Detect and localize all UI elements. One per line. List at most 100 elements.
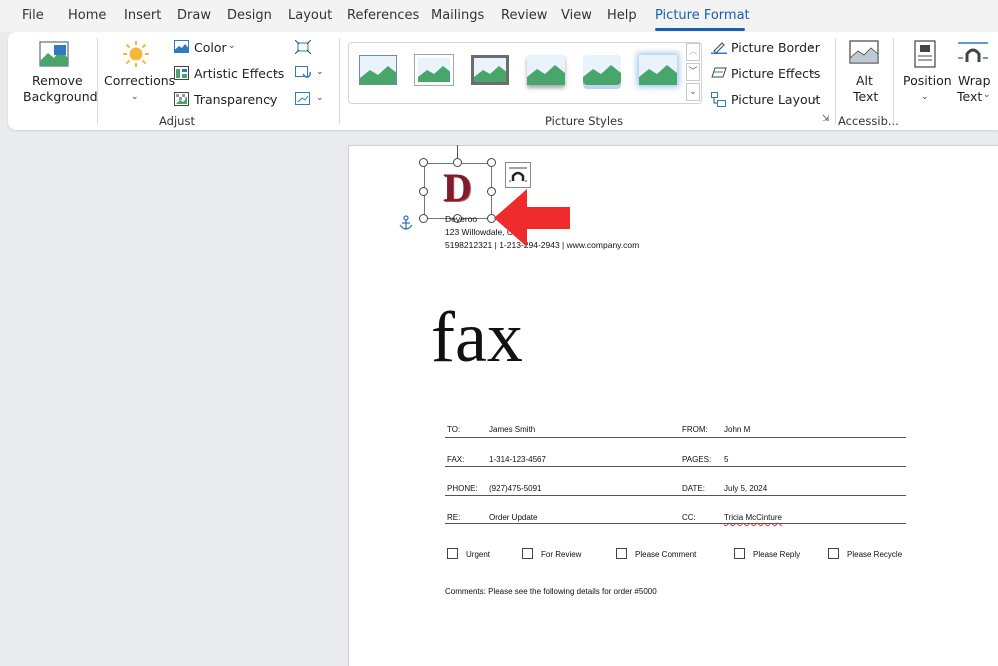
field-value-to: James Smith bbox=[489, 425, 536, 434]
checkbox-label-for-review: For Review bbox=[541, 550, 582, 559]
tab-review[interactable]: Review bbox=[501, 8, 547, 23]
document-page[interactable]: D Deveroo 123 Willowdale, CA 5198212321 … bbox=[348, 145, 998, 666]
picture-layout-icon bbox=[711, 92, 726, 107]
logo-letter: D bbox=[443, 165, 472, 210]
tab-picture-format[interactable]: Picture Format bbox=[655, 8, 750, 23]
checkbox-please-reply[interactable] bbox=[734, 548, 745, 559]
picture-layout-label: Picture Layout bbox=[731, 92, 821, 107]
company-name: Deveroo bbox=[445, 214, 478, 224]
tab-file[interactable]: File bbox=[22, 8, 44, 23]
field-label-date: DATE: bbox=[682, 484, 705, 493]
resize-handle[interactable] bbox=[453, 158, 462, 167]
gallery-scroll-down-button[interactable]: ﹀ bbox=[686, 63, 700, 81]
position-icon bbox=[914, 40, 936, 68]
resize-handle[interactable] bbox=[419, 187, 428, 196]
chevron-down-icon: ⌄ bbox=[808, 41, 816, 51]
field-label-re: RE: bbox=[447, 513, 461, 522]
resize-handle[interactable] bbox=[487, 158, 496, 167]
chevron-down-icon: ⌄ bbox=[811, 93, 819, 103]
wrap-text-label-2: Text bbox=[957, 89, 983, 104]
picture-border-label: Picture Border bbox=[731, 40, 820, 55]
layout-options-button[interactable] bbox=[505, 162, 531, 188]
adjust-group-label: Adjust bbox=[159, 114, 195, 128]
chevron-down-icon[interactable]: ⌄ bbox=[316, 93, 324, 103]
menu-bar: File Home Insert Draw Design Layout Refe… bbox=[0, 0, 998, 32]
checkbox-please-comment[interactable] bbox=[616, 548, 627, 559]
sun-icon bbox=[123, 41, 149, 67]
remove-background-label-1: Remove bbox=[32, 73, 83, 88]
change-picture-icon[interactable] bbox=[295, 66, 311, 80]
artistic-effects-label: Artistic Effects bbox=[194, 66, 285, 81]
divider bbox=[893, 38, 894, 124]
picture-styles-group-label: Picture Styles bbox=[545, 114, 624, 128]
checkbox-label-please-reply: Please Reply bbox=[753, 550, 801, 559]
field-label-pages: PAGES: bbox=[682, 455, 712, 464]
picture-style-icon bbox=[583, 65, 621, 85]
resize-handle[interactable] bbox=[419, 214, 428, 223]
picture-style-thumb[interactable] bbox=[583, 55, 621, 85]
checkbox-for-review[interactable] bbox=[522, 548, 533, 559]
field-value-date: July 5, 2024 bbox=[724, 484, 768, 493]
chevron-down-icon: ⌄ bbox=[809, 67, 817, 77]
tab-references[interactable]: References bbox=[347, 8, 419, 23]
divider bbox=[339, 38, 340, 124]
picture-style-icon bbox=[639, 65, 677, 85]
tab-layout[interactable]: Layout bbox=[288, 8, 332, 23]
picture-style-thumb[interactable] bbox=[471, 55, 509, 85]
gallery-scroll-up-button[interactable]: ︿ bbox=[686, 43, 700, 61]
tab-draw[interactable]: Draw bbox=[177, 8, 211, 23]
tab-home[interactable]: Home bbox=[68, 8, 106, 23]
field-label-phone: PHONE: bbox=[447, 484, 478, 493]
picture-style-icon bbox=[418, 66, 450, 82]
gallery-more-button[interactable]: ⌄ bbox=[686, 83, 700, 101]
alt-text-icon bbox=[849, 40, 879, 64]
field-value-pages: 5 bbox=[724, 455, 729, 464]
dialog-launcher-icon[interactable]: ⇲ bbox=[822, 114, 830, 124]
transparency-label: Transparency bbox=[194, 92, 278, 107]
tab-design[interactable]: Design bbox=[227, 8, 272, 23]
picture-style-thumb[interactable] bbox=[527, 55, 565, 85]
tab-mailings[interactable]: Mailings bbox=[431, 8, 484, 23]
active-tab-indicator bbox=[655, 28, 745, 31]
tab-insert[interactable]: Insert bbox=[124, 8, 161, 23]
field-label-cc: CC: bbox=[682, 513, 696, 522]
chevron-down-icon: ⌄ bbox=[131, 92, 139, 102]
checkbox-please-recycle[interactable] bbox=[828, 548, 839, 559]
checkbox-label-please-comment: Please Comment bbox=[635, 550, 697, 559]
field-label-to: TO: bbox=[447, 425, 461, 434]
compress-pictures-icon[interactable] bbox=[295, 40, 311, 54]
picture-style-thumb[interactable] bbox=[415, 55, 453, 85]
red-arrow-icon bbox=[494, 189, 570, 247]
alt-text-label-1: Alt bbox=[856, 73, 873, 88]
ribbon: Remove Background Corrections ⌄ Color ⌄ bbox=[8, 32, 998, 130]
color-label: Color bbox=[194, 40, 227, 55]
remove-background-icon bbox=[39, 41, 69, 67]
field-value-phone: (927)475-5091 bbox=[489, 484, 542, 493]
wrap-text-icon bbox=[958, 42, 988, 62]
reset-picture-icon[interactable] bbox=[295, 92, 311, 106]
artistic-effects-icon bbox=[174, 66, 189, 80]
chevron-down-icon: ⌄ bbox=[228, 41, 236, 51]
chevron-down-icon[interactable]: ⌄ bbox=[316, 67, 324, 77]
accessibility-group-label: Accessib... bbox=[838, 114, 899, 128]
row-divider bbox=[445, 495, 906, 496]
checkbox-urgent[interactable] bbox=[447, 548, 458, 559]
divider bbox=[835, 38, 836, 124]
row-divider bbox=[445, 523, 906, 524]
field-value-from: John M bbox=[724, 425, 751, 434]
picture-effects-icon bbox=[711, 67, 727, 78]
wrap-text-label-1: Wrap bbox=[958, 73, 991, 88]
chevron-down-icon: ⌄ bbox=[272, 67, 280, 77]
pen-icon bbox=[711, 42, 727, 54]
resize-handle[interactable] bbox=[419, 158, 428, 167]
picture-style-thumb[interactable] bbox=[639, 55, 677, 85]
picture-style-icon bbox=[527, 65, 565, 85]
tab-view[interactable]: View bbox=[561, 8, 592, 23]
picture-style-thumb[interactable] bbox=[359, 55, 397, 85]
row-divider bbox=[445, 437, 906, 438]
layout-options-icon bbox=[509, 167, 527, 182]
tab-help[interactable]: Help bbox=[607, 8, 637, 23]
checkbox-label-please-recycle: Please Recycle bbox=[847, 550, 903, 559]
picture-effects-label: Picture Effects bbox=[731, 66, 821, 81]
picture-styles-gallery bbox=[348, 42, 702, 104]
